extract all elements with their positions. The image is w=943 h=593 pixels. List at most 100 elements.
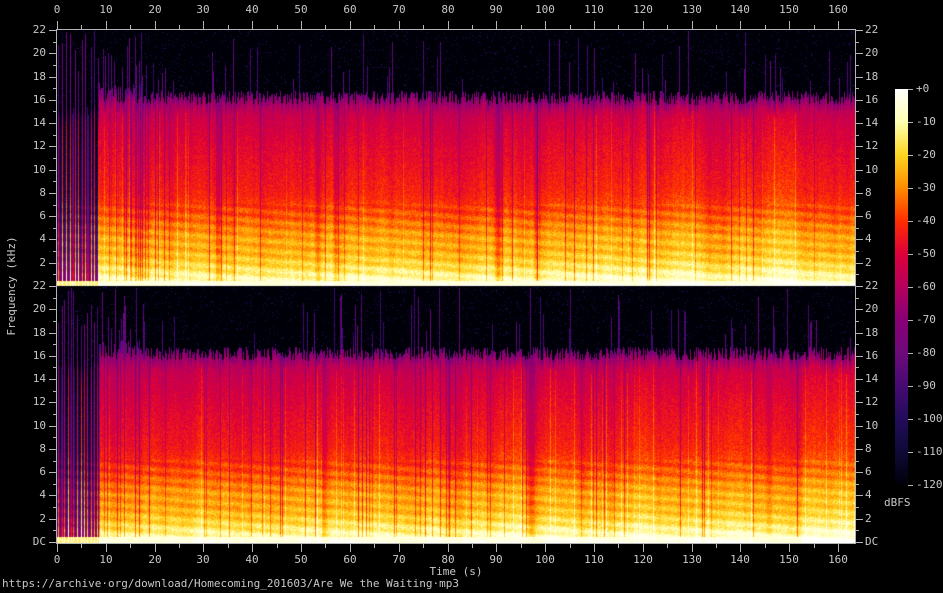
freq-major-tick <box>856 449 863 450</box>
freq-tick-label: 6 <box>39 209 46 222</box>
time-major-tick <box>594 544 595 552</box>
plot-bottom-line <box>56 543 856 544</box>
freq-dc-label: DC <box>865 535 879 548</box>
time-minor-tick <box>325 544 326 548</box>
colorbar-tick <box>908 122 913 123</box>
freq-tick-label: 14 <box>865 372 879 385</box>
time-tick-label: 30 <box>196 3 210 16</box>
time-minor-tick <box>667 544 668 548</box>
freq-tick-label: 12 <box>32 139 46 152</box>
freq-major-tick <box>49 542 56 543</box>
colorbar-tick-label: -120 <box>916 478 943 491</box>
freq-minor-tick <box>856 461 859 462</box>
freq-minor-tick <box>856 344 859 345</box>
freq-tick-label: 22 <box>32 23 46 36</box>
time-tick-label: 80 <box>441 553 455 566</box>
footer-url: https://archive·org/download/Homecoming_… <box>2 577 459 590</box>
freq-minor-tick <box>856 42 859 43</box>
time-minor-tick <box>423 544 424 548</box>
time-tick-label: 100 <box>535 3 555 16</box>
time-major-tick <box>301 21 302 29</box>
time-major-tick <box>57 544 58 552</box>
time-major-tick <box>496 21 497 29</box>
time-tick-label: 70 <box>392 3 406 16</box>
freq-major-tick <box>856 333 863 334</box>
time-tick-label: 150 <box>779 553 799 566</box>
freq-tick-label: 20 <box>32 302 46 315</box>
time-major-tick <box>740 21 741 29</box>
freq-major-tick <box>49 309 56 310</box>
colorbar-tick-label: -110 <box>916 445 943 458</box>
freq-tick-label: 16 <box>865 93 879 106</box>
time-major-tick <box>838 21 839 29</box>
freq-major-tick <box>856 146 863 147</box>
freq-tick-label: 12 <box>32 395 46 408</box>
freq-tick-label: 20 <box>865 302 879 315</box>
freq-tick-label: 10 <box>865 419 879 432</box>
time-minor-tick <box>765 544 766 548</box>
time-major-tick <box>692 544 693 552</box>
freq-major-tick <box>49 333 56 334</box>
freq-major-tick <box>856 77 863 78</box>
freq-major-tick <box>49 426 56 427</box>
time-major-tick <box>692 21 693 29</box>
time-major-tick <box>57 21 58 29</box>
time-major-tick <box>838 544 839 552</box>
time-major-tick <box>643 21 644 29</box>
time-tick-label: 40 <box>245 553 259 566</box>
time-tick-label: 30 <box>196 553 210 566</box>
freq-tick-label: 2 <box>39 512 46 525</box>
colorbar-tick <box>908 452 913 453</box>
freq-minor-tick <box>856 484 859 485</box>
colorbar-tick <box>908 221 913 222</box>
freq-major-tick <box>49 519 56 520</box>
freq-tick-label: 4 <box>39 232 46 245</box>
freq-major-tick <box>49 356 56 357</box>
freq-major-tick <box>49 263 56 264</box>
time-major-tick <box>789 544 790 552</box>
freq-major-tick <box>856 426 863 427</box>
freq-tick-label: 18 <box>865 326 879 339</box>
time-major-tick <box>203 544 204 552</box>
freq-major-tick <box>856 170 863 171</box>
freq-tick-label: 10 <box>32 419 46 432</box>
colorbar-tick-label: -60 <box>916 280 936 293</box>
freq-tick-label: 22 <box>32 279 46 292</box>
time-minor-tick <box>81 544 82 548</box>
freq-tick-label: 18 <box>32 326 46 339</box>
freq-minor-tick <box>856 228 859 229</box>
freq-minor-tick <box>856 181 859 182</box>
time-major-tick <box>252 544 253 552</box>
colorbar-tick-label: -30 <box>916 181 936 194</box>
time-minor-tick <box>277 544 278 548</box>
time-tick-label: 60 <box>343 3 357 16</box>
freq-tick-label: 14 <box>32 116 46 129</box>
time-tick-label: 160 <box>828 553 848 566</box>
time-minor-tick <box>814 544 815 548</box>
time-major-tick <box>789 21 790 29</box>
colorbar-tick-label: -50 <box>916 247 936 260</box>
time-tick-label: 80 <box>441 3 455 16</box>
freq-major-tick <box>856 379 863 380</box>
freq-major-tick <box>49 239 56 240</box>
freq-minor-tick <box>856 367 859 368</box>
freq-major-tick <box>856 402 863 403</box>
freq-minor-tick <box>856 158 859 159</box>
freq-major-tick <box>856 472 863 473</box>
time-minor-tick <box>472 544 473 548</box>
time-tick-label: 60 <box>343 553 357 566</box>
time-major-tick <box>740 544 741 552</box>
freq-major-tick <box>49 146 56 147</box>
time-tick-label: 0 <box>53 553 61 566</box>
plot-left-line <box>56 29 57 544</box>
freq-major-tick <box>49 77 56 78</box>
freq-major-tick <box>856 239 863 240</box>
time-tick-label: 130 <box>682 553 702 566</box>
time-tick-label: 0 <box>53 3 61 16</box>
freq-major-tick <box>856 100 863 101</box>
freq-tick-label: 6 <box>865 209 872 222</box>
colorbar-tick <box>908 155 913 156</box>
colorbar-tick-label: +0 <box>916 82 930 95</box>
freq-minor-tick <box>856 135 859 136</box>
freq-minor-tick <box>856 414 859 415</box>
